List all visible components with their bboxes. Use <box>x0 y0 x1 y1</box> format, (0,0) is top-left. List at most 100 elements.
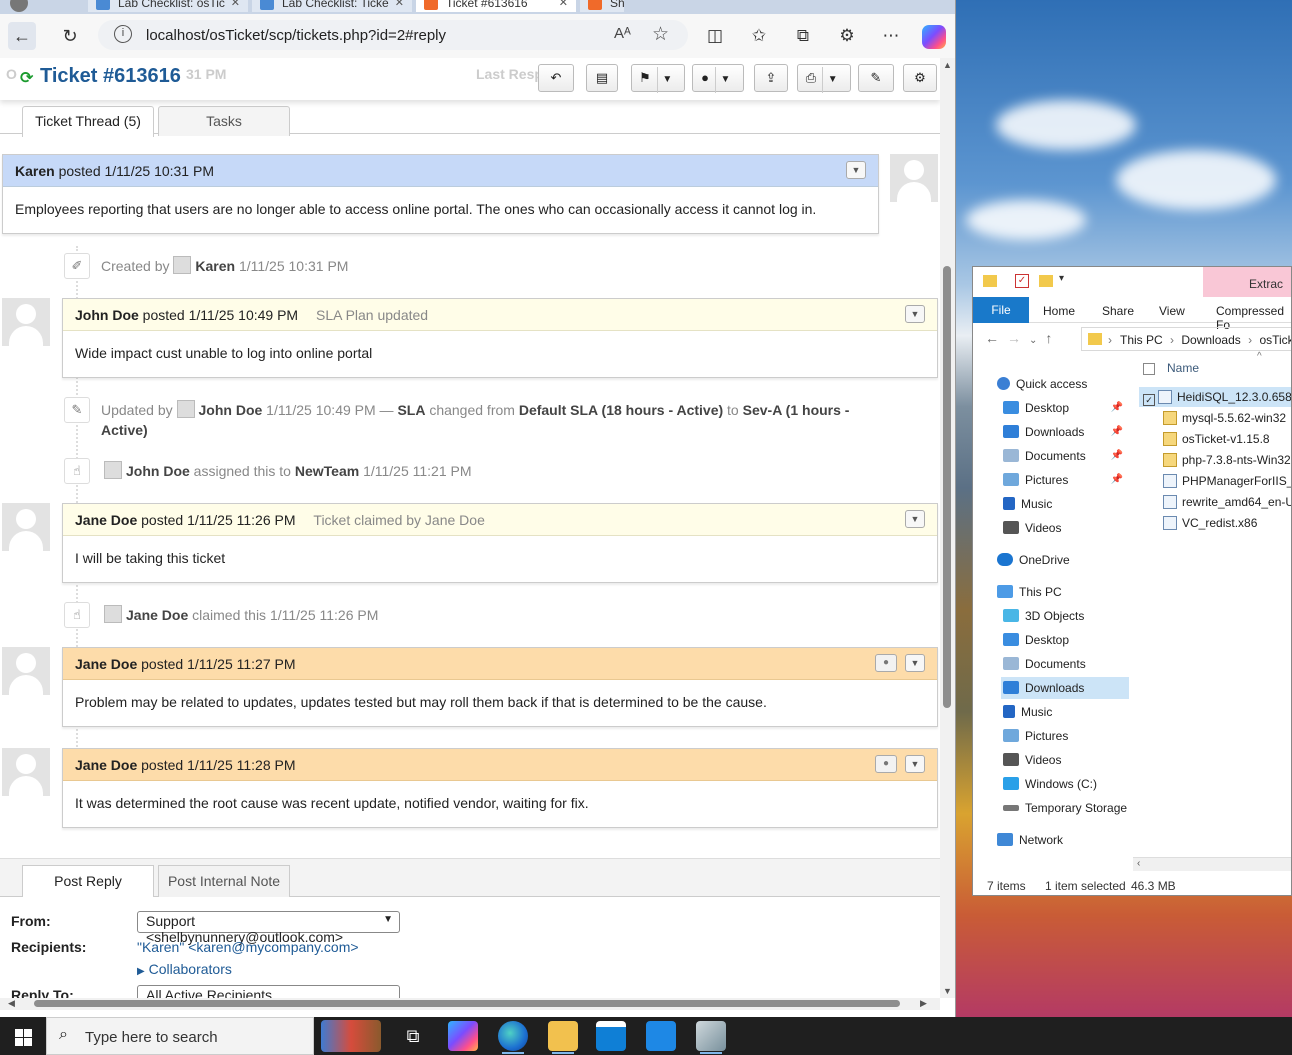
back-arrow-icon[interactable]: ← <box>8 22 36 50</box>
browser-tab[interactable]: Sho <box>580 0 624 12</box>
chevron-down-icon[interactable]: ⌄ <box>1029 335 1045 346</box>
tab-post-reply[interactable]: Post Reply <box>22 865 154 898</box>
status-button[interactable]: ⚑ ▼ <box>631 64 685 93</box>
nav-network[interactable]: Network <box>997 829 1063 851</box>
nav-onedrive[interactable]: OneDrive <box>997 549 1070 571</box>
favorites-icon[interactable]: ✩ <box>746 24 772 48</box>
edge-icon[interactable] <box>498 1021 528 1054</box>
file-item[interactable]: mysql-5.5.62-win32 <box>1139 408 1291 428</box>
chevron-down-icon[interactable]: ▼ <box>905 654 925 672</box>
refresh-icon[interactable]: ↻ <box>56 22 84 50</box>
collaborators-toggle[interactable]: ▶ Collaborators <box>137 961 232 977</box>
file-item[interactable]: php-7.3.8-nts-Win32 <box>1139 450 1291 470</box>
scroll-down-icon[interactable]: ▼ <box>943 986 952 996</box>
vertical-scrollbar[interactable]: ▲ ▼ <box>940 58 955 998</box>
recipients-value[interactable]: "Karen" <karen@mycompany.com> <box>137 939 359 955</box>
chevron-down-icon[interactable]: ▾ <box>1059 273 1064 284</box>
nav-videos[interactable]: Videos <box>1003 749 1061 771</box>
assign-button[interactable]: ● ▼ <box>692 64 744 93</box>
read-aloud-icon[interactable]: Aᴬ <box>614 25 631 42</box>
nav-documents[interactable]: Documents <box>1003 653 1086 675</box>
close-icon[interactable]: ✕ <box>231 0 240 9</box>
scroll-left-icon[interactable]: ◀ <box>8 998 15 1009</box>
ribbon-tab-file[interactable]: File <box>973 297 1029 323</box>
nav-this-pc[interactable]: This PC <box>997 581 1062 603</box>
split-screen-icon[interactable]: ◫ <box>702 24 728 48</box>
address-bar[interactable]: i localhost/osTicket/scp/tickets.php?id=… <box>98 20 688 50</box>
properties-icon[interactable]: ✓ <box>1015 274 1029 288</box>
chevron-down-icon[interactable]: ▼ <box>905 305 925 323</box>
more-icon[interactable]: ⋯ <box>878 24 904 48</box>
nav-music[interactable]: Music <box>1003 493 1052 515</box>
nav-music[interactable]: Music <box>1003 701 1052 723</box>
nav-documents[interactable]: Documents 📌 <box>1003 445 1129 467</box>
mail-icon[interactable] <box>646 1021 676 1051</box>
info-icon[interactable]: i <box>114 25 132 43</box>
ribbon-tab-share[interactable]: Share <box>1102 304 1134 318</box>
transfer-button[interactable]: ⇪ <box>754 64 788 92</box>
close-icon[interactable]: ✕ <box>559 0 568 9</box>
nav-pictures[interactable]: Pictures <box>1003 725 1068 747</box>
url-text[interactable]: localhost/osTicket/scp/tickets.php?id=2#… <box>146 27 446 44</box>
edit-button[interactable]: ✎ <box>858 64 894 92</box>
user-icon[interactable]: ● <box>875 755 897 773</box>
collections-icon[interactable]: ⧉ <box>790 24 816 48</box>
ribbon-tab-view[interactable]: View <box>1159 304 1185 318</box>
up-arrow-icon[interactable]: ↑ <box>1045 330 1060 346</box>
scroll-right-icon[interactable]: ▶ <box>920 998 927 1009</box>
browser-tab[interactable]: Lab Checklist: Ticke ✕ <box>252 0 412 12</box>
tab-ticket-thread[interactable]: Ticket Thread (5) <box>22 106 154 137</box>
app-icon[interactable] <box>696 1021 726 1054</box>
profile-avatar[interactable] <box>0 0 34 14</box>
browser-tab[interactable]: Lab Checklist: osTic ✕ <box>88 0 248 12</box>
copilot-icon[interactable] <box>448 1021 478 1051</box>
file-item[interactable]: osTicket-v1.15.8 <box>1139 429 1291 449</box>
taskbar-search[interactable]: ⌕ Type here to search <box>46 1017 381 1055</box>
select-all-checkbox[interactable] <box>1143 363 1155 375</box>
explorer-path[interactable]: › This PC › Downloads › osTick <box>1081 327 1291 351</box>
user-icon[interactable]: ● <box>875 654 897 672</box>
checkbox-checked-icon[interactable]: ✓ <box>1143 394 1155 406</box>
reply-to-select[interactable]: All Active Recipients <box>137 985 400 998</box>
reply-button[interactable]: ↶ <box>538 64 574 92</box>
nav-pictures[interactable]: Pictures 📌 <box>1003 469 1129 491</box>
scrollbar-thumb[interactable] <box>34 1000 900 1007</box>
chevron-down-icon[interactable]: ▼ <box>846 161 866 179</box>
back-arrow-icon[interactable]: ← <box>985 330 1007 346</box>
nav-quick-access[interactable]: Quick access <box>997 373 1087 395</box>
ribbon-tab-home[interactable]: Home <box>1043 304 1075 318</box>
forward-arrow-icon[interactable]: → <box>1007 330 1029 346</box>
explorer-horizontal-scrollbar[interactable]: ‹ <box>1133 857 1291 871</box>
tab-post-internal-note[interactable]: Post Internal Note <box>158 865 290 897</box>
file-item[interactable]: PHPManagerForIIS_V <box>1139 471 1291 491</box>
nav-temporary-storage[interactable]: Temporary Storage <box>1003 797 1127 819</box>
ticket-title[interactable]: Ticket #613616 <box>40 65 181 88</box>
browser-tab-active[interactable]: Ticket #613616 ✕ <box>416 0 576 12</box>
path-segment[interactable]: This PC <box>1120 333 1163 347</box>
scroll-up-icon[interactable]: ▲ <box>943 60 952 70</box>
file-item[interactable]: VC_redist.x86 <box>1139 513 1291 533</box>
new-folder-icon[interactable] <box>1039 275 1053 287</box>
nav-downloads[interactable]: Downloads 📌 <box>1003 421 1129 443</box>
chevron-down-icon[interactable]: ▼ <box>905 510 925 528</box>
horizontal-scrollbar[interactable]: ◀ ▶ <box>0 998 940 1010</box>
nav-desktop[interactable]: Desktop 📌 <box>1003 397 1129 419</box>
tab-tasks[interactable]: Tasks <box>158 106 290 136</box>
path-segment[interactable]: osTick <box>1259 333 1291 347</box>
widgets-icon[interactable] <box>321 1020 381 1052</box>
scrollbar-thumb[interactable] <box>943 266 951 708</box>
copilot-icon[interactable] <box>922 25 946 49</box>
windows-start-icon[interactable] <box>0 1017 46 1055</box>
more-options-button[interactable]: ⚙ <box>903 64 937 92</box>
favorite-star-icon[interactable]: ☆ <box>652 23 669 46</box>
print-button[interactable]: ⎙ ▼ <box>797 64 851 93</box>
refresh-ticket-icon[interactable]: ⟳ <box>20 68 33 88</box>
close-icon[interactable]: ✕ <box>395 0 404 9</box>
extract-tab[interactable]: Extrac <box>1203 267 1291 297</box>
nav-desktop[interactable]: Desktop <box>1003 629 1069 651</box>
store-icon[interactable] <box>596 1021 626 1051</box>
from-select[interactable]: Support <shelbynunnery@outlook.com> ▼ <box>137 911 400 945</box>
chevron-down-icon[interactable]: ▼ <box>905 755 925 773</box>
scroll-left-icon[interactable]: ‹ <box>1137 858 1140 869</box>
file-item[interactable]: rewrite_amd64_en-U <box>1139 492 1291 512</box>
